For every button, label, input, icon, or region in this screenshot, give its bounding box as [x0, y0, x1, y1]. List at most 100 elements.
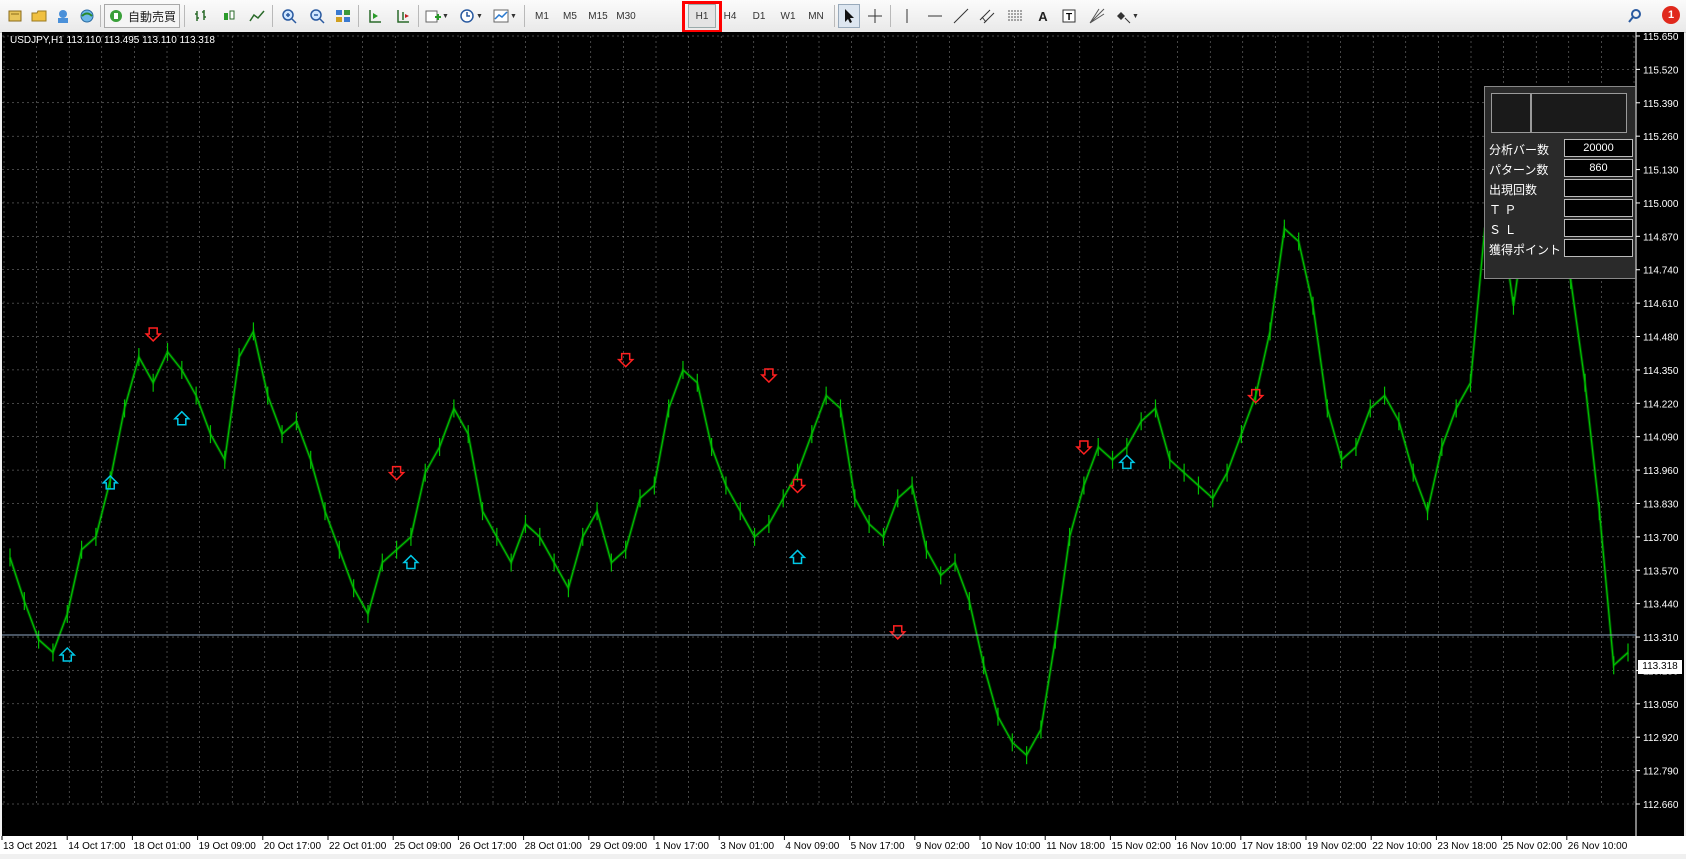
x-tick-label: 19 Oct 09:00 — [199, 841, 257, 852]
x-tick-label: 19 Nov 02:00 — [1307, 841, 1367, 852]
y-tick-label: 115.520 — [1643, 65, 1679, 76]
auto-trade-button[interactable]: 自動売買 — [104, 4, 180, 28]
tf-m15-button[interactable]: M15 — [584, 4, 612, 28]
y-tick-label: 114.870 — [1643, 232, 1679, 243]
buy-arrow-marker — [788, 549, 807, 565]
shapes-icon[interactable]: ▼ — [1112, 4, 1142, 28]
channel-icon[interactable] — [976, 4, 998, 28]
auto-scroll-icon[interactable] — [392, 4, 414, 28]
panel-value[interactable] — [1564, 179, 1633, 197]
panel-value[interactable] — [1564, 239, 1633, 257]
panel-box-right — [1531, 93, 1627, 133]
zoom-in-icon[interactable] — [278, 4, 300, 28]
date-axis-labels: 13 Oct 2021 14 Oct 17:00 18 Oct 01:00 19 Oc… — [1, 836, 1628, 852]
x-tick-label: 13 Oct 2021 — [3, 841, 58, 852]
y-tick-label: 114.740 — [1643, 266, 1679, 277]
gann-icon[interactable] — [1086, 4, 1108, 28]
x-tick-label: 14 Oct 17:00 — [68, 841, 126, 852]
tile-windows-icon[interactable] — [332, 4, 354, 28]
y-tick-label: 114.480 — [1643, 333, 1679, 344]
panel-value[interactable]: 20000 — [1564, 139, 1633, 157]
panel-row-points: 獲得ポイント — [1489, 239, 1633, 257]
panel-label: Ｓ Ｌ — [1489, 223, 1517, 237]
x-tick-label: 26 Nov 10:00 — [1568, 841, 1628, 852]
y-tick-label: 113.700 — [1643, 533, 1679, 544]
panel-label: 分析バー数 — [1489, 143, 1550, 157]
tf-m1-button[interactable]: M1 — [528, 4, 556, 28]
panel-row-bars: 分析バー数 20000 — [1489, 139, 1633, 157]
x-tick-label: 4 Nov 09:00 — [785, 841, 839, 852]
expert-advisors-icon — [109, 10, 122, 22]
x-tick-label: 25 Oct 09:00 — [394, 841, 452, 852]
panel-row-sl: Ｓ Ｌ — [1489, 219, 1633, 237]
x-tick-label: 26 Oct 17:00 — [459, 841, 517, 852]
search-icon[interactable] — [1624, 4, 1646, 28]
vertical-line-icon[interactable] — [896, 4, 918, 28]
y-tick-label: 114.350 — [1643, 366, 1679, 377]
sell-arrow-marker — [387, 465, 406, 481]
date-axis: 13 Oct 2021 14 Oct 17:00 18 Oct 01:00 19 Oc… — [0, 836, 1686, 854]
y-tick-label: 115.130 — [1643, 166, 1679, 177]
fibonacci-icon[interactable] — [1004, 4, 1026, 28]
panel-value[interactable] — [1564, 199, 1633, 217]
tf-m30-button[interactable]: M30 — [612, 4, 640, 28]
svg-text:T: T — [1066, 12, 1072, 23]
open-folder-icon[interactable] — [28, 4, 50, 28]
sell-arrow-marker — [760, 368, 778, 384]
horizontal-line-icon[interactable] — [924, 4, 946, 28]
buy-arrow-marker — [58, 646, 77, 662]
line-chart-icon[interactable] — [246, 4, 268, 28]
text-icon[interactable]: A — [1032, 4, 1054, 28]
periods-icon[interactable]: ▼ — [456, 4, 486, 28]
cursor-icon[interactable] — [838, 4, 860, 28]
x-tick-label: 16 Nov 10:00 — [1177, 841, 1237, 852]
crosshair-icon[interactable] — [864, 4, 886, 28]
panel-label: 獲得ポイント — [1489, 243, 1562, 257]
x-tick-label: 28 Oct 01:00 — [525, 841, 583, 852]
y-tick-label: 114.090 — [1643, 433, 1679, 444]
bar-chart-icon[interactable] — [190, 4, 212, 28]
y-tick-label: 115.260 — [1643, 132, 1679, 143]
panel-label: パターン数 — [1489, 163, 1549, 177]
buy-arrow-marker — [402, 554, 420, 570]
x-tick-label: 17 Nov 18:00 — [1242, 841, 1302, 852]
tf-m5-button[interactable]: M5 — [556, 4, 584, 28]
notification-icon[interactable]: 1 — [1662, 6, 1680, 24]
y-tick-label: 112.790 — [1643, 767, 1679, 778]
panel-row-patterns: パターン数 860 — [1489, 159, 1633, 177]
tf-w1-button[interactable]: W1 — [774, 4, 802, 28]
y-tick-label: 115.390 — [1643, 99, 1679, 110]
tf-d1-button[interactable]: D1 — [745, 4, 773, 28]
panel-row-occurrences: 出現回数 — [1489, 179, 1633, 197]
y-tick-label: 115.650 — [1643, 32, 1679, 43]
pattern-analysis-panel: 分析バー数 20000 パターン数 860 出現回数 Ｔ Ｐ Ｓ Ｌ 獲得ポイン… — [1484, 86, 1636, 279]
chart-shift-icon[interactable] — [364, 4, 386, 28]
sell-arrow-marker — [144, 327, 162, 343]
indicators-icon[interactable]: ▼ — [422, 4, 452, 28]
globe-icon[interactable] — [76, 4, 98, 28]
x-tick-label: 18 Oct 01:00 — [133, 841, 191, 852]
label-icon[interactable]: T — [1058, 4, 1080, 28]
zoom-out-icon[interactable] — [306, 4, 328, 28]
x-tick-label: 22 Nov 10:00 — [1372, 841, 1432, 852]
x-tick-label: 10 Nov 10:00 — [981, 841, 1041, 852]
x-tick-label: 3 Nov 01:00 — [720, 841, 774, 852]
panel-value[interactable]: 860 — [1564, 159, 1633, 177]
y-tick-label: 115.000 — [1643, 199, 1679, 210]
x-tick-label: 1 Nov 17:00 — [655, 841, 709, 852]
y-tick-label: 114.610 — [1643, 299, 1679, 310]
tf-mn-button[interactable]: MN — [802, 4, 830, 28]
x-tick-label: 23 Nov 18:00 — [1437, 841, 1497, 852]
profile-icon[interactable] — [52, 4, 74, 28]
sell-arrow-marker — [616, 352, 635, 368]
x-tick-label: 25 Nov 02:00 — [1503, 841, 1563, 852]
panel-value[interactable] — [1564, 219, 1633, 237]
candlestick-icon[interactable] — [218, 4, 240, 28]
x-tick-label: 11 Nov 18:00 — [1046, 841, 1105, 852]
price-chart[interactable]: 115.650 115.520 115.390 115.260 115.130 115.0… — [2, 32, 1684, 836]
y-tick-label: 113.050 — [1643, 700, 1679, 711]
templates-icon[interactable]: ▼ — [490, 4, 520, 28]
new-order-icon[interactable] — [4, 4, 26, 28]
auto-trade-label: 自動売買 — [127, 9, 176, 24]
trendline-icon[interactable] — [950, 4, 972, 28]
